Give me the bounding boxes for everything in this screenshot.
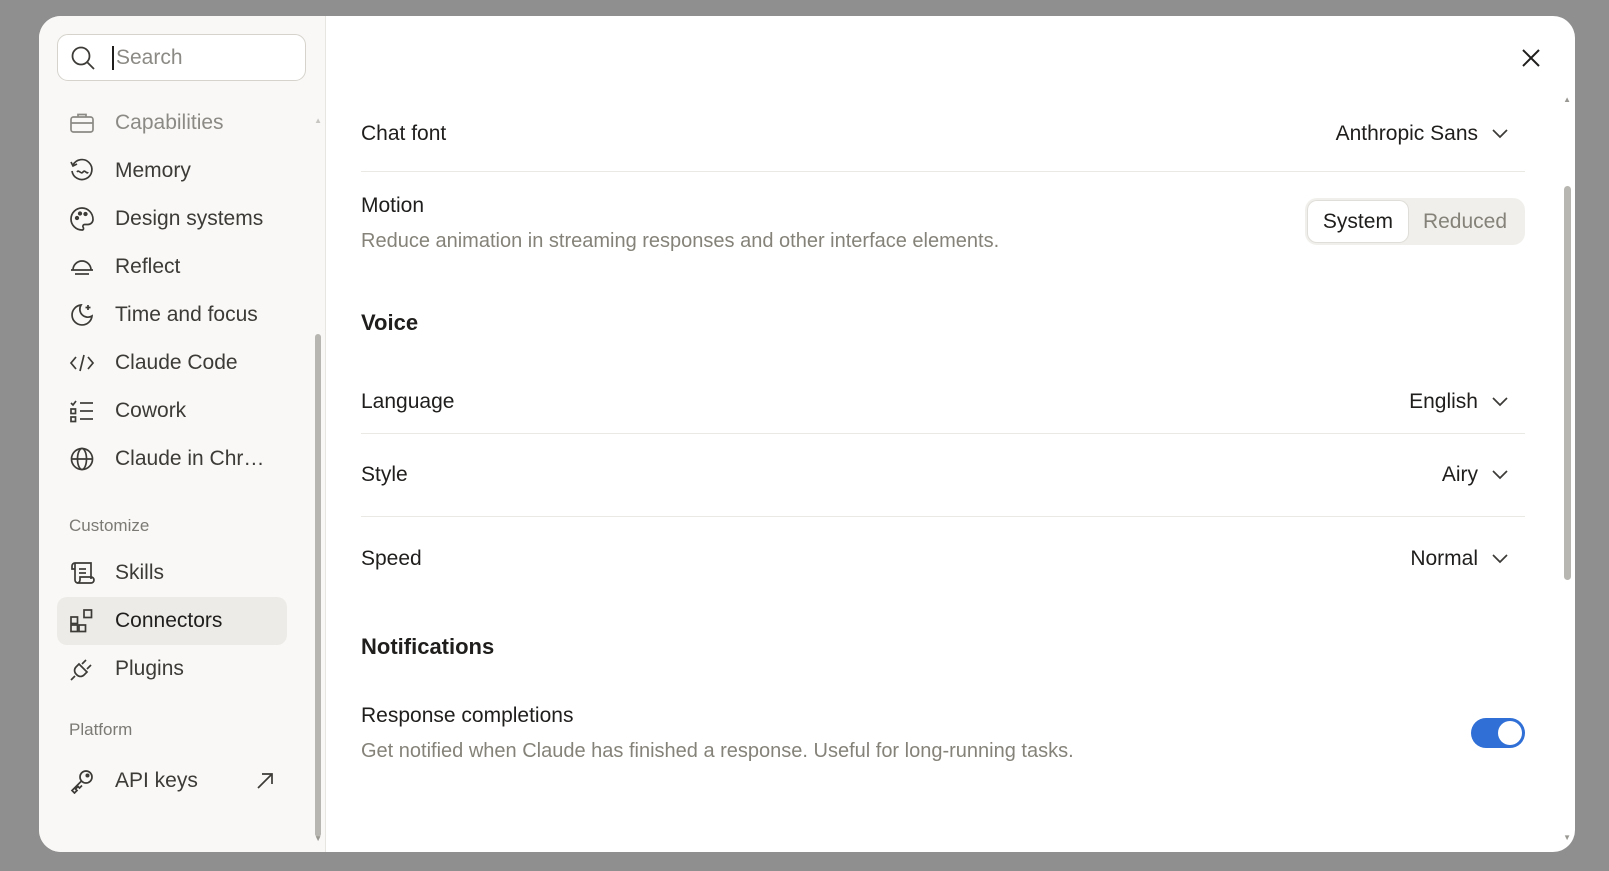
globe-icon [69, 446, 95, 472]
response-completions-text: Response completions Get notified when C… [361, 704, 1074, 763]
external-link-icon [255, 771, 275, 791]
sidebar-item-plugins[interactable]: Plugins [57, 645, 287, 693]
sidebar-item-label: Plugins [115, 657, 184, 680]
checklist-icon [69, 398, 95, 424]
chat-font-dropdown[interactable]: Anthropic Sans [1336, 122, 1508, 146]
motion-option-reduced[interactable]: Reduced [1408, 201, 1522, 242]
motion-option-system[interactable]: System [1307, 201, 1408, 242]
style-value: Airy [1441, 463, 1478, 486]
chat-font-label: Chat font [361, 121, 447, 145]
chat-font-value: Anthropic Sans [1335, 121, 1478, 145]
chevron-down-icon [1492, 553, 1508, 564]
sidebar-item-label: Design systems [115, 207, 264, 230]
close-button[interactable] [1517, 44, 1545, 72]
language-row: Language English [361, 340, 1525, 434]
motion-segmented-control: System Reduced [1304, 198, 1525, 245]
motion-row: Motion Reduce animation in streaming res… [361, 172, 1525, 282]
palette-icon [69, 206, 95, 232]
sidebar-item-label: Connectors [115, 609, 223, 632]
sunset-icon [69, 254, 95, 280]
close-icon [1522, 49, 1540, 67]
search-icon [71, 46, 95, 70]
style-dropdown[interactable]: Airy [1442, 463, 1508, 487]
sidebar-scrollbar[interactable] [315, 334, 321, 837]
motion-label: Motion [361, 194, 425, 217]
toggle-knob [1498, 721, 1522, 745]
response-completions-toggle[interactable] [1471, 718, 1525, 748]
sidebar-item-label: Time and focus [115, 303, 258, 326]
sidebar-item-label: Skills [115, 561, 165, 584]
sidebar-item-cowork[interactable]: Cowork [57, 387, 287, 435]
sidebar-item-memory[interactable]: Memory [57, 147, 287, 195]
language-label: Language [361, 389, 455, 413]
sidebar-item-time-and-focus[interactable]: Time and focus [57, 291, 287, 339]
speed-dropdown[interactable]: Normal [1410, 547, 1508, 571]
language-value: English [1409, 389, 1478, 413]
sidebar-item-label: Reflect [115, 255, 181, 278]
sidebar-item-design-systems[interactable]: Design systems [57, 195, 287, 243]
chevron-down-icon [1492, 470, 1508, 480]
settings-sidebar: Capabilities Memory Design systems Refle… [39, 16, 326, 852]
response-completions-label: Response completions [361, 704, 574, 727]
motion-description: Reduce animation in streaming responses … [361, 230, 1000, 252]
plug-icon [69, 656, 95, 682]
sidebar-item-label: Claude in Chr… [115, 447, 265, 470]
scroll-icon [69, 560, 95, 586]
sidebar-item-claude-in-chrome[interactable]: Claude in Chr… [57, 435, 287, 483]
section-label-platform: Platform [69, 720, 133, 739]
sidebar-item-label: Memory [115, 159, 191, 182]
moon-icon [69, 302, 95, 328]
sidebar-item-connectors[interactable]: Connectors [57, 597, 287, 645]
response-completions-row: Response completions Get notified when C… [361, 664, 1525, 763]
sidebar-item-skills[interactable]: Skills [57, 549, 287, 597]
search-box[interactable] [57, 34, 306, 81]
section-label-customize: Customize [69, 516, 150, 535]
sidebar-scroll-down-icon[interactable]: ▼ [314, 834, 322, 843]
speed-row: Speed Normal [361, 517, 1525, 600]
key-icon [69, 768, 95, 794]
code-icon [69, 350, 95, 376]
sidebar-nav: Capabilities Memory Design systems Refle… [57, 99, 306, 805]
content-scroll-up-icon[interactable]: ▲ [1563, 95, 1571, 104]
motion-text: Motion Reduce animation in streaming res… [361, 194, 999, 253]
search-input[interactable] [112, 45, 282, 70]
content-scrollbar[interactable] [1564, 186, 1571, 580]
style-label: Style [361, 463, 408, 486]
chevron-down-icon [1492, 128, 1508, 139]
settings-modal: Capabilities Memory Design systems Refle… [39, 16, 1575, 852]
speed-value: Normal [1410, 546, 1478, 570]
sidebar-item-label: Capabilities [115, 111, 224, 134]
memory-icon [69, 158, 95, 184]
notifications-heading: Notifications [361, 634, 495, 659]
settings-content: Chat font Anthropic Sans Motion Reduce a… [326, 16, 1575, 852]
sidebar-item-api-keys[interactable]: API keys [57, 757, 287, 805]
sidebar-scroll-up-icon[interactable]: ▲ [314, 116, 322, 125]
style-row: Style Airy [361, 434, 1525, 517]
chat-font-row: Chat font Anthropic Sans [361, 96, 1525, 172]
speed-label: Speed [361, 546, 422, 570]
sidebar-item-label: Cowork [115, 399, 187, 422]
sidebar-item-claude-code[interactable]: Claude Code [57, 339, 287, 387]
voice-heading: Voice [361, 310, 419, 335]
sidebar-item-label: API keys [115, 769, 198, 792]
sidebar-item-capabilities[interactable]: Capabilities [57, 99, 287, 147]
language-dropdown[interactable]: English [1409, 390, 1508, 414]
sidebar-item-label: Claude Code [115, 351, 238, 374]
content-scroll-down-icon[interactable]: ▼ [1563, 833, 1571, 842]
connectors-icon [69, 608, 95, 634]
briefcase-icon [69, 110, 95, 136]
sidebar-item-reflect[interactable]: Reflect [57, 243, 287, 291]
response-completions-description: Get notified when Claude has finished a … [361, 740, 1074, 762]
chevron-down-icon [1492, 396, 1508, 407]
